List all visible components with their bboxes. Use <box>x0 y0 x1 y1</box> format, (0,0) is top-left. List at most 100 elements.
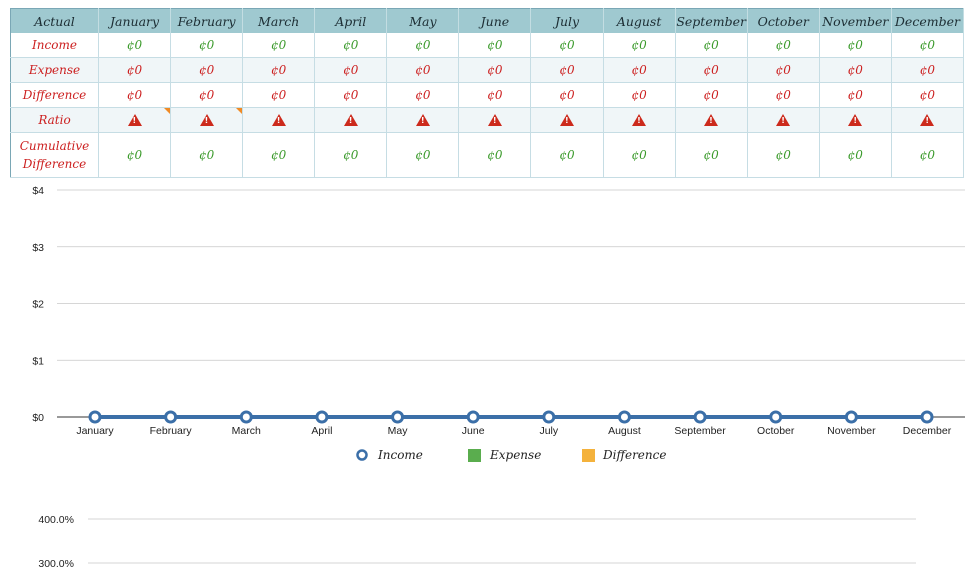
income-point <box>466 410 480 424</box>
x-tick-label: October <box>757 425 795 437</box>
month-header: August <box>603 8 676 33</box>
value-cell[interactable]: ¢0 <box>675 57 748 83</box>
cell-value: ¢0 <box>631 148 647 162</box>
legend-difference-label: Difference <box>602 448 666 462</box>
value-cell[interactable]: ¢0 <box>819 57 892 83</box>
x-tick-label: January <box>76 425 114 437</box>
value-cell[interactable]: ¢0 <box>891 57 965 83</box>
month-header: September <box>675 8 748 33</box>
y-tick-label: 400.0% <box>38 514 74 526</box>
value-cell[interactable]: ¢0 <box>675 132 748 178</box>
value-cell[interactable]: ¢0 <box>458 82 532 108</box>
value-cell[interactable]: ¢0 <box>530 57 604 83</box>
ratio-cell[interactable] <box>675 107 748 133</box>
x-tick-label: November <box>827 425 876 437</box>
value-cell[interactable]: ¢0 <box>314 82 388 108</box>
cell-value: ¢0 <box>847 148 863 162</box>
value-cell[interactable]: ¢0 <box>675 82 748 108</box>
value-cell[interactable]: ¢0 <box>314 57 388 83</box>
value-cell[interactable]: ¢0 <box>747 33 820 58</box>
ratio-cell[interactable] <box>819 107 892 133</box>
value-cell[interactable]: ¢0 <box>242 132 316 178</box>
value-cell[interactable]: ¢0 <box>675 33 748 58</box>
value-cell[interactable]: ¢0 <box>603 82 676 108</box>
value-cell[interactable]: ¢0 <box>98 82 172 108</box>
cell-value: ¢0 <box>847 63 863 77</box>
value-cell[interactable]: ¢0 <box>386 82 460 108</box>
ratio-cell[interactable] <box>314 107 388 133</box>
value-cell[interactable]: ¢0 <box>314 33 388 58</box>
value-cell[interactable]: ¢0 <box>603 33 676 58</box>
value-cell[interactable]: ¢0 <box>386 132 460 178</box>
value-cell[interactable]: ¢0 <box>530 132 604 178</box>
cell-value: ¢0 <box>198 63 215 77</box>
ratio-cell[interactable] <box>530 107 604 133</box>
value-cell[interactable]: ¢0 <box>891 82 965 108</box>
value-cell[interactable]: ¢0 <box>603 132 676 178</box>
value-cell[interactable]: ¢0 <box>458 57 532 83</box>
value-cell[interactable]: ¢0 <box>603 57 676 83</box>
warning-icon <box>271 113 286 126</box>
value-cell[interactable]: ¢0 <box>242 82 316 108</box>
row-label: Ratio <box>10 107 99 133</box>
ratio-cell[interactable] <box>98 107 172 133</box>
table-row: Difference ¢0 ¢0 ¢0 ¢0 ¢0 ¢0 ¢0 ¢0 ¢0 ¢0 ¢0 ¢0 <box>10 82 965 108</box>
cell-value: ¢0 <box>343 63 359 77</box>
income-point <box>693 410 707 424</box>
value-cell[interactable]: ¢0 <box>170 82 244 108</box>
month-header: June <box>458 8 532 33</box>
value-cell[interactable]: ¢0 <box>98 57 172 83</box>
value-cell[interactable]: ¢0 <box>458 132 532 178</box>
cell-value: ¢0 <box>487 148 503 162</box>
table-header-row: Actual January February March April May June J… <box>10 8 965 33</box>
ratio-cell[interactable] <box>242 107 316 133</box>
cell-value: ¢0 <box>703 148 719 162</box>
month-header: July <box>530 8 604 33</box>
value-cell[interactable]: ¢0 <box>747 132 820 178</box>
value-cell[interactable]: ¢0 <box>458 33 532 58</box>
ratio-cell[interactable] <box>458 107 532 133</box>
row-label: Expense <box>10 57 99 83</box>
value-cell[interactable]: ¢0 <box>170 132 244 178</box>
value-cell[interactable]: ¢0 <box>170 33 244 58</box>
value-cell[interactable]: ¢0 <box>891 132 965 178</box>
value-cell[interactable]: ¢0 <box>98 33 172 58</box>
warning-icon <box>487 113 502 126</box>
value-cell[interactable]: ¢0 <box>242 33 316 58</box>
value-cell[interactable]: ¢0 <box>386 57 460 83</box>
value-cell[interactable]: ¢0 <box>747 57 820 83</box>
value-cell[interactable]: ¢0 <box>530 33 604 58</box>
value-cell[interactable]: ¢0 <box>386 33 460 58</box>
income-point <box>844 410 858 424</box>
warning-icon <box>415 113 430 126</box>
ratio-cell[interactable] <box>386 107 460 133</box>
x-tick-label: December <box>903 425 952 437</box>
cell-value: ¢0 <box>775 148 791 162</box>
month-header: March <box>242 8 316 33</box>
cell-value: ¢0 <box>919 63 936 77</box>
y-tick-label: 300.0% <box>38 558 74 570</box>
budget-table: Actual January February March April May June J… <box>10 8 965 178</box>
ratio-cell[interactable] <box>603 107 676 133</box>
value-cell[interactable]: ¢0 <box>819 132 892 178</box>
ratio-cell[interactable] <box>747 107 820 133</box>
value-cell[interactable]: ¢0 <box>98 132 172 178</box>
cell-value: ¢0 <box>703 88 719 102</box>
value-cell[interactable]: ¢0 <box>819 33 892 58</box>
value-cell[interactable]: ¢0 <box>170 57 244 83</box>
value-cell[interactable]: ¢0 <box>747 82 820 108</box>
value-cell[interactable]: ¢0 <box>242 57 316 83</box>
value-cell[interactable]: ¢0 <box>530 82 604 108</box>
value-cell[interactable]: ¢0 <box>314 132 388 178</box>
cell-value: ¢0 <box>126 88 143 102</box>
value-cell[interactable]: ¢0 <box>891 33 965 58</box>
cell-value: ¢0 <box>775 88 791 102</box>
table-row: Ratio <box>10 107 965 133</box>
value-cell[interactable]: ¢0 <box>819 82 892 108</box>
x-tick-label: April <box>311 425 332 437</box>
cell-value: ¢0 <box>559 148 575 162</box>
ratio-cell[interactable] <box>891 107 965 133</box>
ratio-cell[interactable] <box>170 107 244 133</box>
income-point <box>769 410 783 424</box>
cell-value: ¢0 <box>487 38 503 52</box>
